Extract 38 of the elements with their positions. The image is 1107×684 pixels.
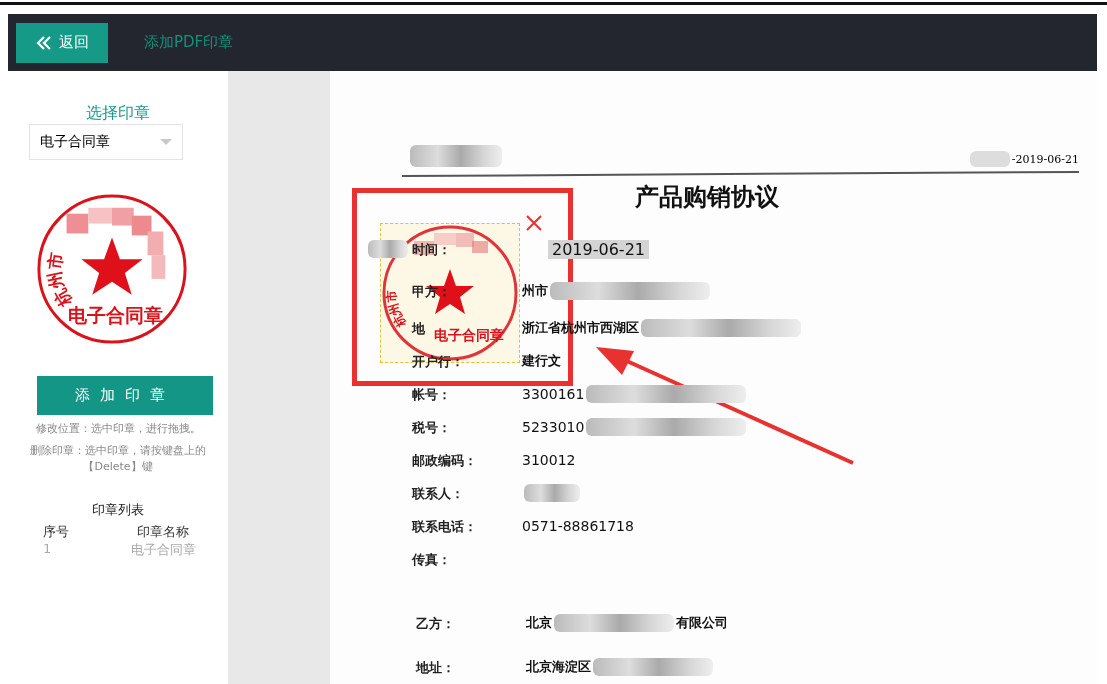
field-label: 乙方： xyxy=(416,616,455,631)
field-label: 帐号： xyxy=(412,386,451,402)
close-icon[interactable] xyxy=(526,215,542,231)
table-cell-text: 电子合同章 xyxy=(129,541,197,559)
field-value: 北京 xyxy=(526,614,552,632)
header-date: -2019-06-21 xyxy=(1011,152,1079,166)
select-label: 选择印章 xyxy=(86,103,150,124)
field-label: 联系电话： xyxy=(412,518,477,534)
field-value: 建行文 xyxy=(522,351,561,370)
page-title: 添加PDF印章 xyxy=(144,33,234,52)
hint-text: 删除印章：选中印章，请按键盘上的【Delete】键 xyxy=(29,443,207,475)
field-label: 传真： xyxy=(412,551,451,567)
field-value: 0571-88861718 xyxy=(522,517,634,534)
table-cell-text: 1 xyxy=(42,541,53,558)
field-label: 时间： xyxy=(412,242,451,257)
field-label: 联系人： xyxy=(412,485,464,501)
back-button[interactable]: 返回 xyxy=(16,22,108,63)
double-chevron-left-icon xyxy=(35,34,53,51)
field-value: 3300161 xyxy=(522,385,585,402)
stamp-select[interactable]: 电子合同章 xyxy=(29,124,183,160)
field-value: 州市 xyxy=(522,282,548,300)
document-title: 产品购销协议 xyxy=(635,181,780,213)
dropdown-caret-icon xyxy=(160,138,172,146)
add-stamp-button[interactable]: 添加印章 xyxy=(37,376,213,415)
hint-text: 修改位置：选中印章，进行拖拽。 xyxy=(34,421,202,437)
field-label: 地 xyxy=(412,320,425,336)
field-value: 5233010 xyxy=(522,418,585,435)
field-label: 邮政编码： xyxy=(412,452,477,468)
field-value: 北京海淀区 xyxy=(526,658,591,676)
field-label: 地址： xyxy=(416,660,455,675)
field-label: 税号： xyxy=(412,419,451,435)
field-value: 310012 xyxy=(522,451,576,468)
column-header: 印章名称 xyxy=(136,523,190,541)
field-value: 有限公司 xyxy=(676,614,728,632)
field-value: 2019-06-21 xyxy=(548,239,649,259)
list-title: 印章列表 xyxy=(92,501,144,519)
column-header: 序号 xyxy=(42,523,70,541)
redaction-blur xyxy=(969,151,1010,167)
